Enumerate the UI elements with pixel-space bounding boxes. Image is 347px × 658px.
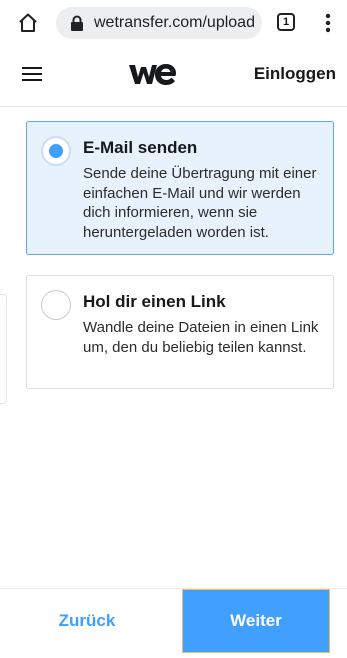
url-text: wetransfer.com/upload [94, 14, 255, 31]
tab-count: 1 [282, 16, 290, 28]
tabs-icon[interactable]: 1 [277, 13, 295, 31]
lock-icon [71, 15, 83, 31]
radio-email[interactable] [41, 136, 71, 166]
browser-toolbar: wetransfer.com/upload 1 [0, 0, 347, 46]
option-link-description: Wandle deine Dateien in einen Link um, d… [83, 319, 319, 356]
option-email[interactable]: E-Mail senden Sende deine Übertragung mi… [26, 121, 334, 255]
side-panel-handle[interactable] [0, 294, 7, 404]
option-email-description: Sende deine Übertragung mit einer einfac… [83, 165, 317, 241]
radio-link[interactable] [41, 290, 71, 320]
back-button[interactable]: Zurück [22, 589, 152, 653]
footer-actions: Zurück Weiter [0, 588, 347, 658]
home-icon[interactable] [16, 11, 40, 35]
hamburger-menu-icon[interactable] [22, 66, 42, 82]
login-link[interactable]: Einloggen [254, 64, 336, 84]
option-link[interactable]: Hol dir einen Link Wandle deine Dateien … [26, 275, 334, 389]
option-email-title: E-Mail senden [83, 138, 198, 157]
more-menu-icon[interactable] [318, 12, 338, 34]
wetransfer-logo[interactable] [128, 61, 176, 87]
radio-selected-dot [49, 144, 63, 158]
option-link-title: Hol dir einen Link [83, 292, 226, 311]
site-header: Einloggen [0, 46, 347, 107]
next-button[interactable]: Weiter [182, 589, 330, 653]
address-bar[interactable]: wetransfer.com/upload [56, 7, 262, 39]
